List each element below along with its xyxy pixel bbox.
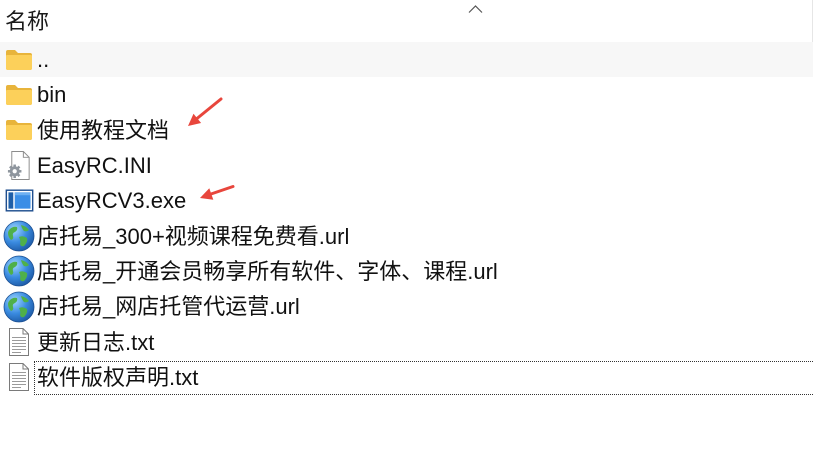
list-item[interactable]: EasyRC.INI <box>0 148 813 183</box>
chevron-up-icon[interactable] <box>468 4 483 14</box>
folder-icon <box>2 113 36 148</box>
list-item[interactable]: bin <box>0 77 813 112</box>
list-item[interactable]: 店托易_网店托管代运营.url <box>0 289 813 324</box>
file-list: .. bin 使用教程文档 EasyRC.INI EasyRCV3.exe 店托… <box>0 42 813 396</box>
settings-file-icon <box>2 148 36 183</box>
file-name: 使用教程文档 <box>37 117 170 143</box>
file-name: .. <box>37 47 50 73</box>
folder-icon <box>2 42 36 77</box>
list-item[interactable]: .. <box>0 42 813 78</box>
globe-icon <box>2 289 36 324</box>
file-name: 更新日志.txt <box>37 329 155 355</box>
list-item[interactable]: 店托易_300+视频课程免费看.url <box>0 218 813 253</box>
text-file-icon <box>2 360 36 395</box>
list-item[interactable]: 店托易_开通会员畅享所有软件、字体、课程.url <box>0 254 813 289</box>
list-item[interactable]: 使用教程文档 <box>0 113 813 148</box>
column-header-name[interactable]: 名称 <box>0 0 813 42</box>
file-name: bin <box>37 82 67 108</box>
file-name: EasyRCV3.exe <box>37 188 187 214</box>
folder-icon <box>2 77 36 112</box>
list-item[interactable]: EasyRCV3.exe <box>0 183 813 218</box>
file-name: 店托易_开通会员畅享所有软件、字体、课程.url <box>37 258 498 284</box>
globe-icon <box>2 219 36 254</box>
exe-file-icon <box>2 183 36 218</box>
file-name: 店托易_网店托管代运营.url <box>37 294 300 320</box>
file-name: 软件版权声明.txt <box>37 364 199 390</box>
file-name: 店托易_300+视频课程免费看.url <box>37 223 350 249</box>
list-item[interactable]: 软件版权声明.txt <box>0 360 813 396</box>
list-item[interactable]: 更新日志.txt <box>0 324 813 359</box>
globe-icon <box>2 254 36 289</box>
file-list-view: 名称 .. bin 使用教程文档 EasyRC.INI EasyRCV3.exe… <box>0 0 813 456</box>
text-file-icon <box>2 325 36 360</box>
file-name: EasyRC.INI <box>37 153 152 179</box>
column-header-label: 名称 <box>5 9 50 34</box>
